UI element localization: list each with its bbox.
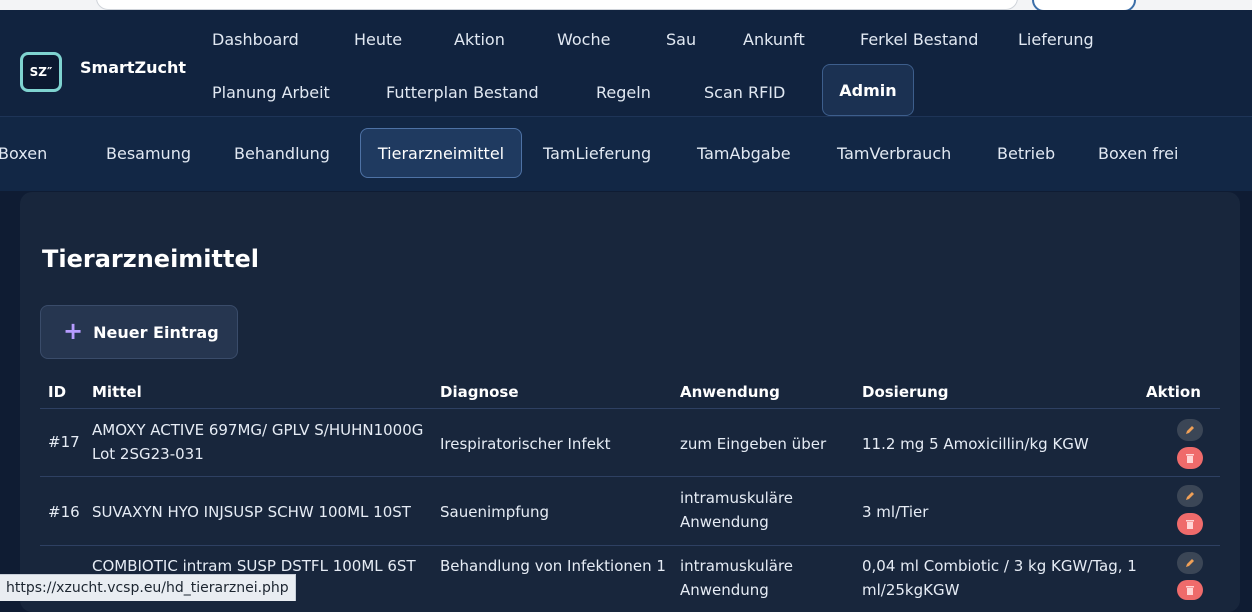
header-divider	[40, 408, 1220, 409]
nav-lieferung[interactable]: Lieferung	[1018, 30, 1094, 49]
nav-ankunft[interactable]: Ankunft	[743, 30, 805, 49]
new-entry-label: Neuer Eintrag	[93, 322, 219, 342]
edit-button[interactable]	[1177, 419, 1203, 441]
nav-sau[interactable]: Sau	[666, 30, 696, 49]
subnav-besamung[interactable]: Besamung	[106, 144, 191, 163]
subnav-tamlieferung[interactable]: TamLieferung	[543, 144, 651, 163]
row-dosierung: 0,04 ml Combiotic / 3 kg KGW/Tag, 1 ml/2…	[862, 557, 1137, 599]
row-diagnose: Sauenimpfung	[440, 503, 550, 521]
row-mittel: AMOXY ACTIVE 697MG/ GPLV S/HUHN1000G Lot…	[92, 421, 424, 463]
subnav-boxen[interactable]: Boxen	[0, 144, 47, 163]
row-anwendung: zum Eingeben über	[680, 435, 827, 453]
row-id: #16	[48, 503, 80, 521]
header-id: ID	[48, 383, 67, 401]
nav-admin[interactable]: Admin	[822, 64, 914, 116]
brand-name: SmartZucht	[80, 58, 187, 77]
subnav-behandlung[interactable]: Behandlung	[234, 144, 330, 163]
header-aktion: Aktion	[1146, 383, 1201, 401]
subnav-betrieb[interactable]: Betrieb	[997, 144, 1055, 163]
row-dosierung: 11.2 mg 5 Amoxicillin/kg KGW	[862, 435, 1089, 453]
page-title: Tierarzneimittel	[42, 245, 259, 273]
trash-icon	[1186, 586, 1194, 595]
nav-regeln[interactable]: Regeln	[596, 83, 651, 102]
nav-futterplan-bestand[interactable]: Futterplan Bestand	[386, 83, 539, 102]
nav-ferkel-bestand[interactable]: Ferkel Bestand	[860, 30, 978, 49]
admin-subnav: Boxen Besamung Behandlung TamLieferung T…	[0, 117, 1252, 191]
trash-icon	[1186, 454, 1194, 463]
address-bar[interactable]	[96, 0, 1018, 10]
row-diagnose: Irespiratorischer Infekt	[440, 435, 611, 453]
row-dosierung: 3 ml/Tier	[862, 503, 929, 521]
row-mittel: SUVAXYN HYO INJSUSP SCHW 100ML 10ST	[92, 503, 411, 521]
header-anwendung: Anwendung	[680, 383, 780, 401]
row-anwendung: intramuskuläre Anwendung	[680, 557, 794, 599]
plus-icon: +	[63, 317, 84, 345]
pencil-icon	[1186, 426, 1194, 434]
pencil-icon	[1186, 559, 1194, 567]
row-divider	[40, 545, 1220, 546]
subnav-tamverbrauch[interactable]: TamVerbrauch	[837, 144, 951, 163]
nav-woche[interactable]: Woche	[557, 30, 610, 49]
row-anwendung: intramuskuläre Anwendung	[680, 489, 794, 531]
delete-button[interactable]	[1177, 513, 1203, 535]
delete-button[interactable]	[1177, 447, 1203, 469]
row-divider	[40, 476, 1220, 477]
subnav-tamabgabe[interactable]: TamAbgabe	[697, 144, 791, 163]
edit-button[interactable]	[1177, 552, 1203, 574]
pencil-icon	[1186, 492, 1194, 500]
subnav-boxen-frei[interactable]: Boxen frei	[1098, 144, 1178, 163]
nav-heute[interactable]: Heute	[354, 30, 402, 49]
new-entry-button[interactable]: + Neuer Eintrag	[40, 305, 238, 359]
browser-chrome	[0, 0, 1252, 12]
subnav-tierarzneimittel[interactable]: Tierarzneimittel	[360, 128, 522, 178]
nav-aktion[interactable]: Aktion	[454, 30, 505, 49]
delete-button[interactable]	[1177, 580, 1203, 600]
header-diagnose: Diagnose	[440, 383, 519, 401]
trash-icon	[1186, 520, 1194, 529]
nav-dashboard[interactable]: Dashboard	[212, 30, 299, 49]
status-bar-url: https://xzucht.vcsp.eu/hd_tierarznei.php	[0, 574, 296, 601]
top-navigation: SZ″ SmartZucht Dashboard Heute Aktion Wo…	[0, 10, 1252, 117]
logo-icon: SZ″	[20, 52, 62, 92]
header-mittel: Mittel	[92, 383, 142, 401]
nav-planung-arbeit[interactable]: Planung Arbeit	[212, 83, 330, 102]
edit-button[interactable]	[1177, 485, 1203, 507]
nav-scan-rfid[interactable]: Scan RFID	[704, 83, 785, 102]
row-diagnose: Behandlung von Infektionen 1	[440, 557, 666, 575]
row-id: #17	[48, 433, 80, 451]
header-dosierung: Dosierung	[862, 383, 949, 401]
